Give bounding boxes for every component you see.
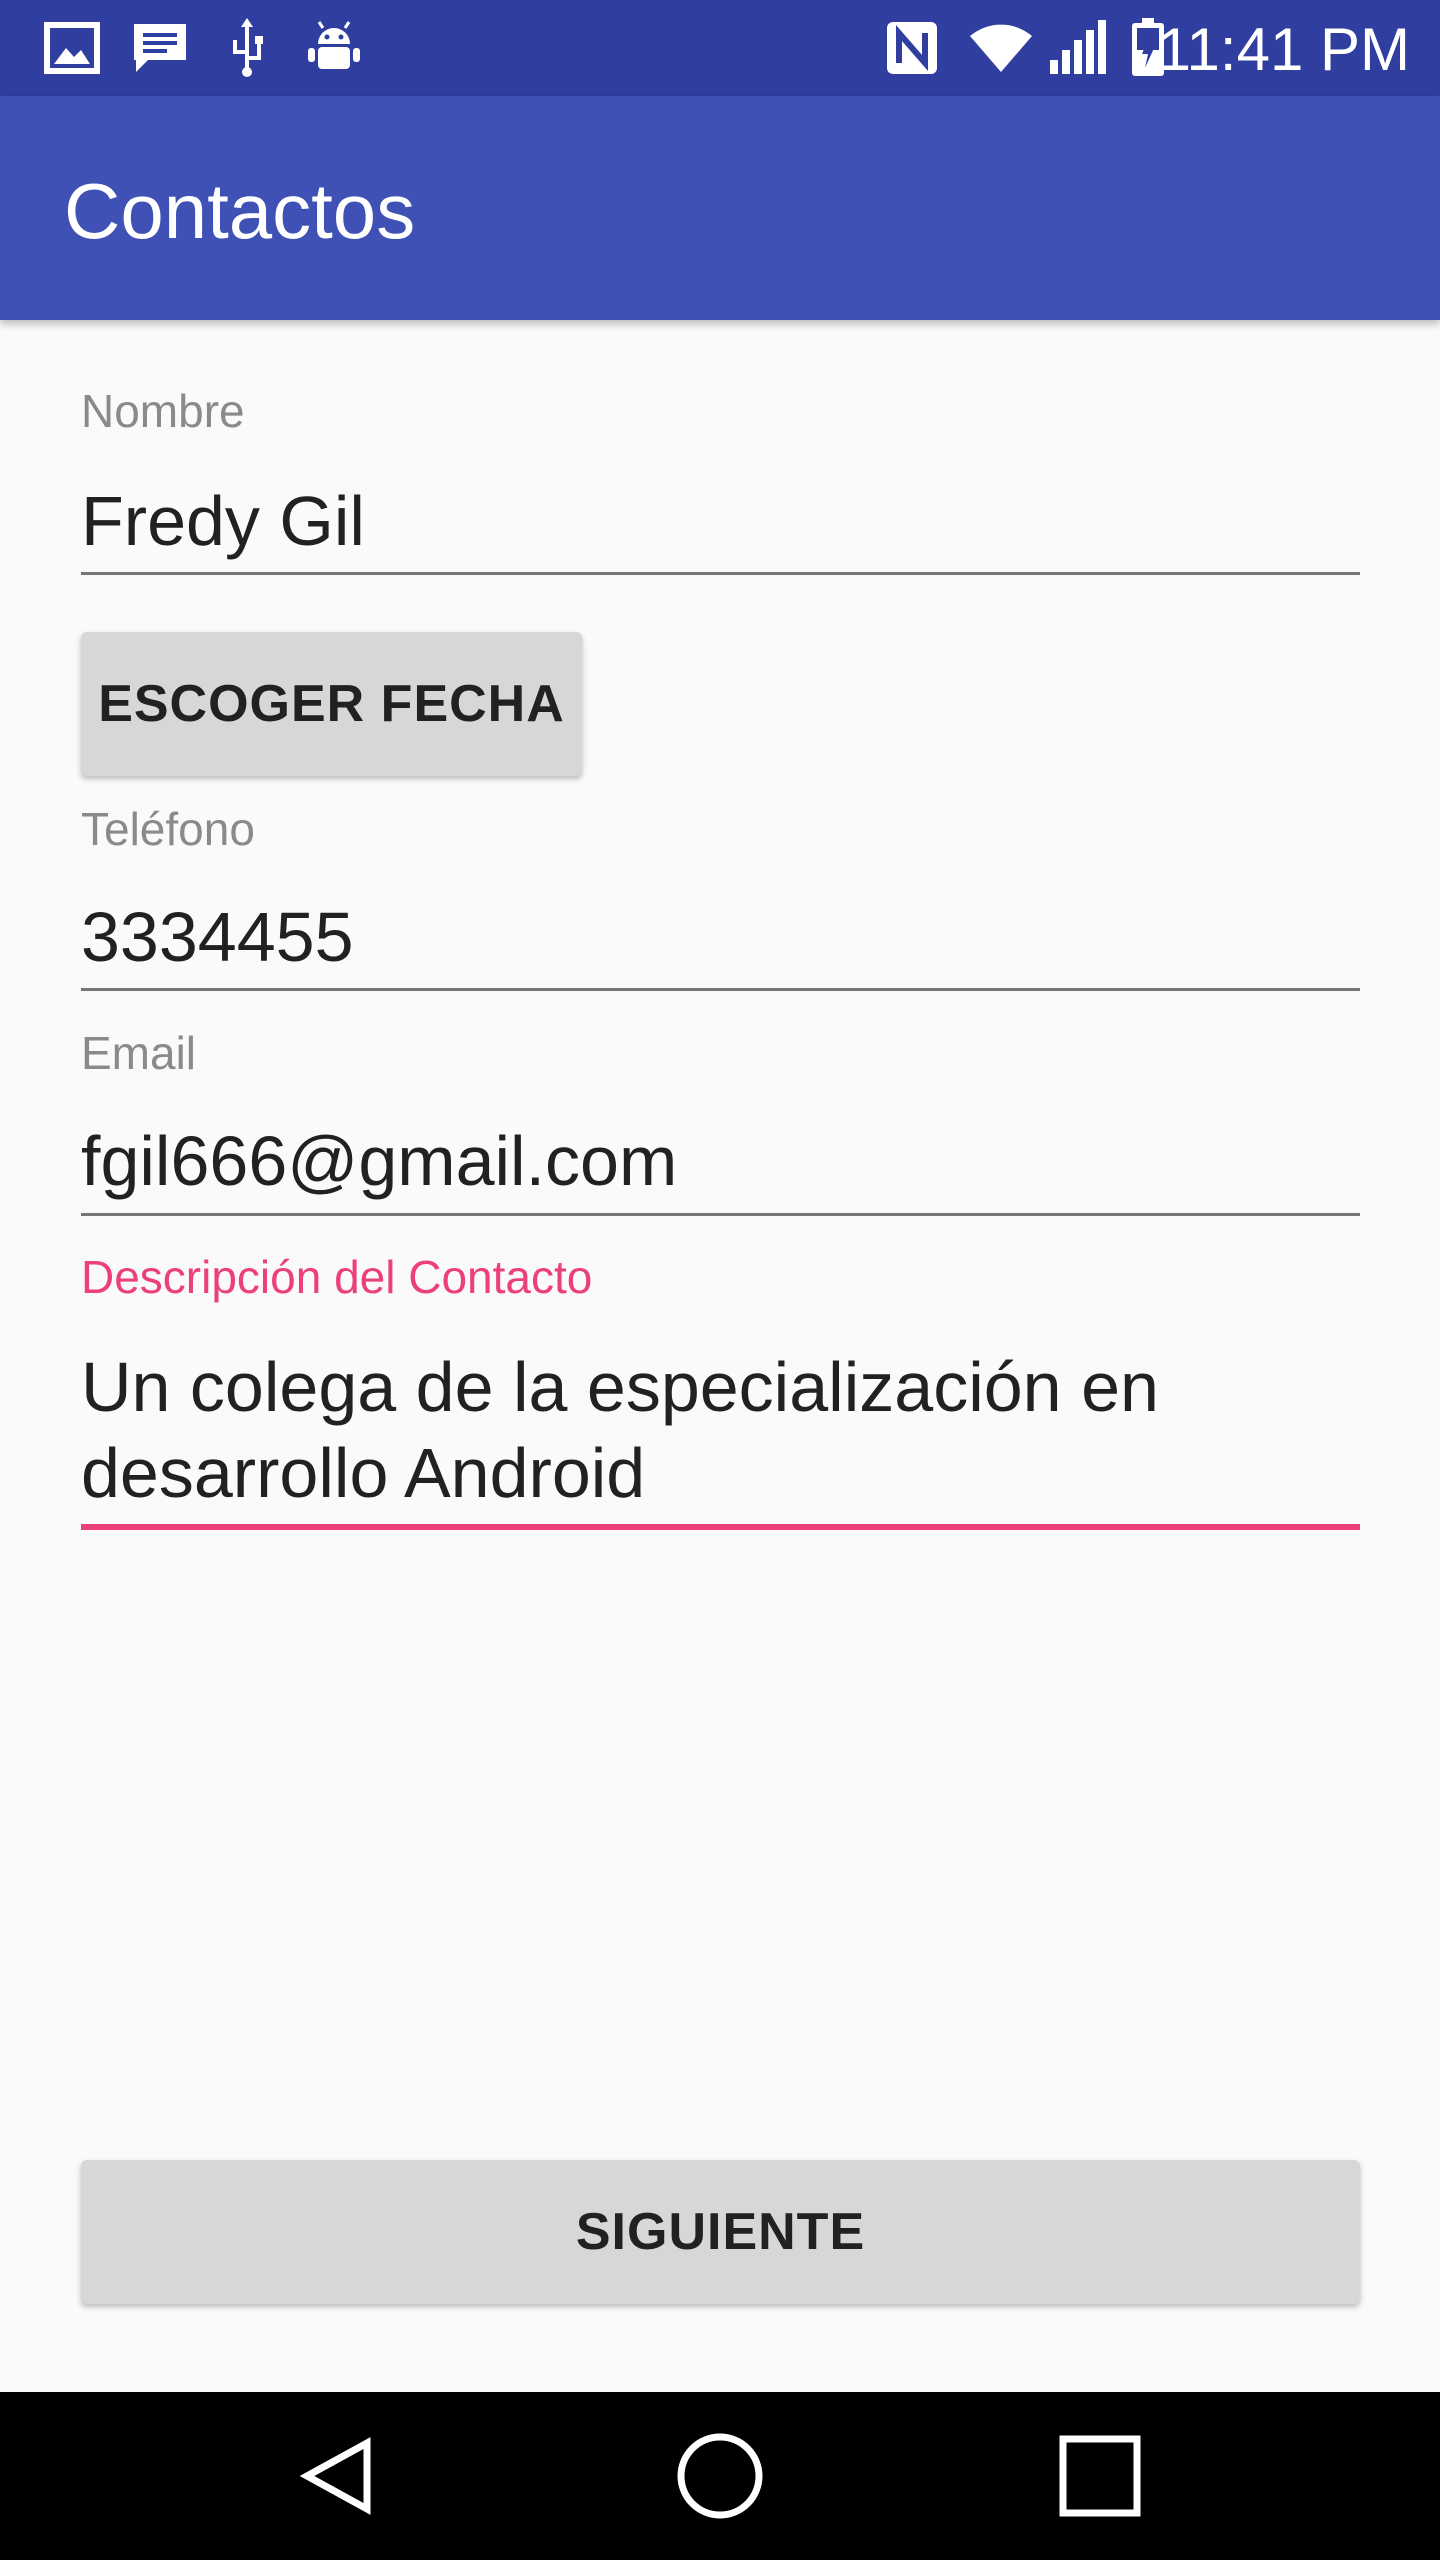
screen: 11:41 PM Contactos Nombre Fredy Gil ESCO…: [0, 0, 1440, 2560]
email-label: Email: [81, 1027, 197, 1079]
telefono-label: Teléfono: [81, 803, 255, 855]
status-bar: 11:41 PM: [0, 0, 1440, 96]
wifi-icon: [966, 18, 1036, 78]
status-time: 11:41 PM: [1157, 16, 1410, 83]
nombre-label: Nombre: [81, 385, 245, 437]
nombre-underline: [81, 572, 1360, 575]
android-debug-icon: [304, 18, 364, 78]
email-underline: [81, 1213, 1360, 1216]
telefono-underline: [81, 988, 1360, 991]
nfc-icon: [882, 18, 942, 78]
image-icon: [42, 18, 102, 78]
signal-icon: [1046, 18, 1108, 78]
email-field[interactable]: fgil666@gmail.com: [81, 1118, 677, 1204]
app-bar: Contactos: [0, 96, 1440, 320]
telefono-field[interactable]: 3334455: [81, 894, 354, 980]
nombre-field[interactable]: Fredy Gil: [81, 478, 365, 564]
home-icon[interactable]: [670, 2426, 770, 2526]
back-icon[interactable]: [290, 2426, 390, 2526]
message-icon: [128, 18, 192, 78]
navigation-bar: [0, 2392, 1440, 2560]
escoger-fecha-button[interactable]: ESCOGER FECHA: [81, 632, 582, 776]
descripcion-line-1: Un colega de la especialización en: [81, 1348, 1159, 1426]
descripcion-underline: [81, 1524, 1360, 1530]
usb-icon: [222, 18, 272, 78]
page-title: Contactos: [64, 167, 416, 255]
siguiente-button[interactable]: SIGUIENTE: [81, 2160, 1360, 2304]
descripcion-line-2: desarrollo Android: [81, 1434, 646, 1512]
descripcion-label: Descripción del Contacto: [81, 1251, 593, 1303]
recents-icon[interactable]: [1050, 2426, 1150, 2526]
